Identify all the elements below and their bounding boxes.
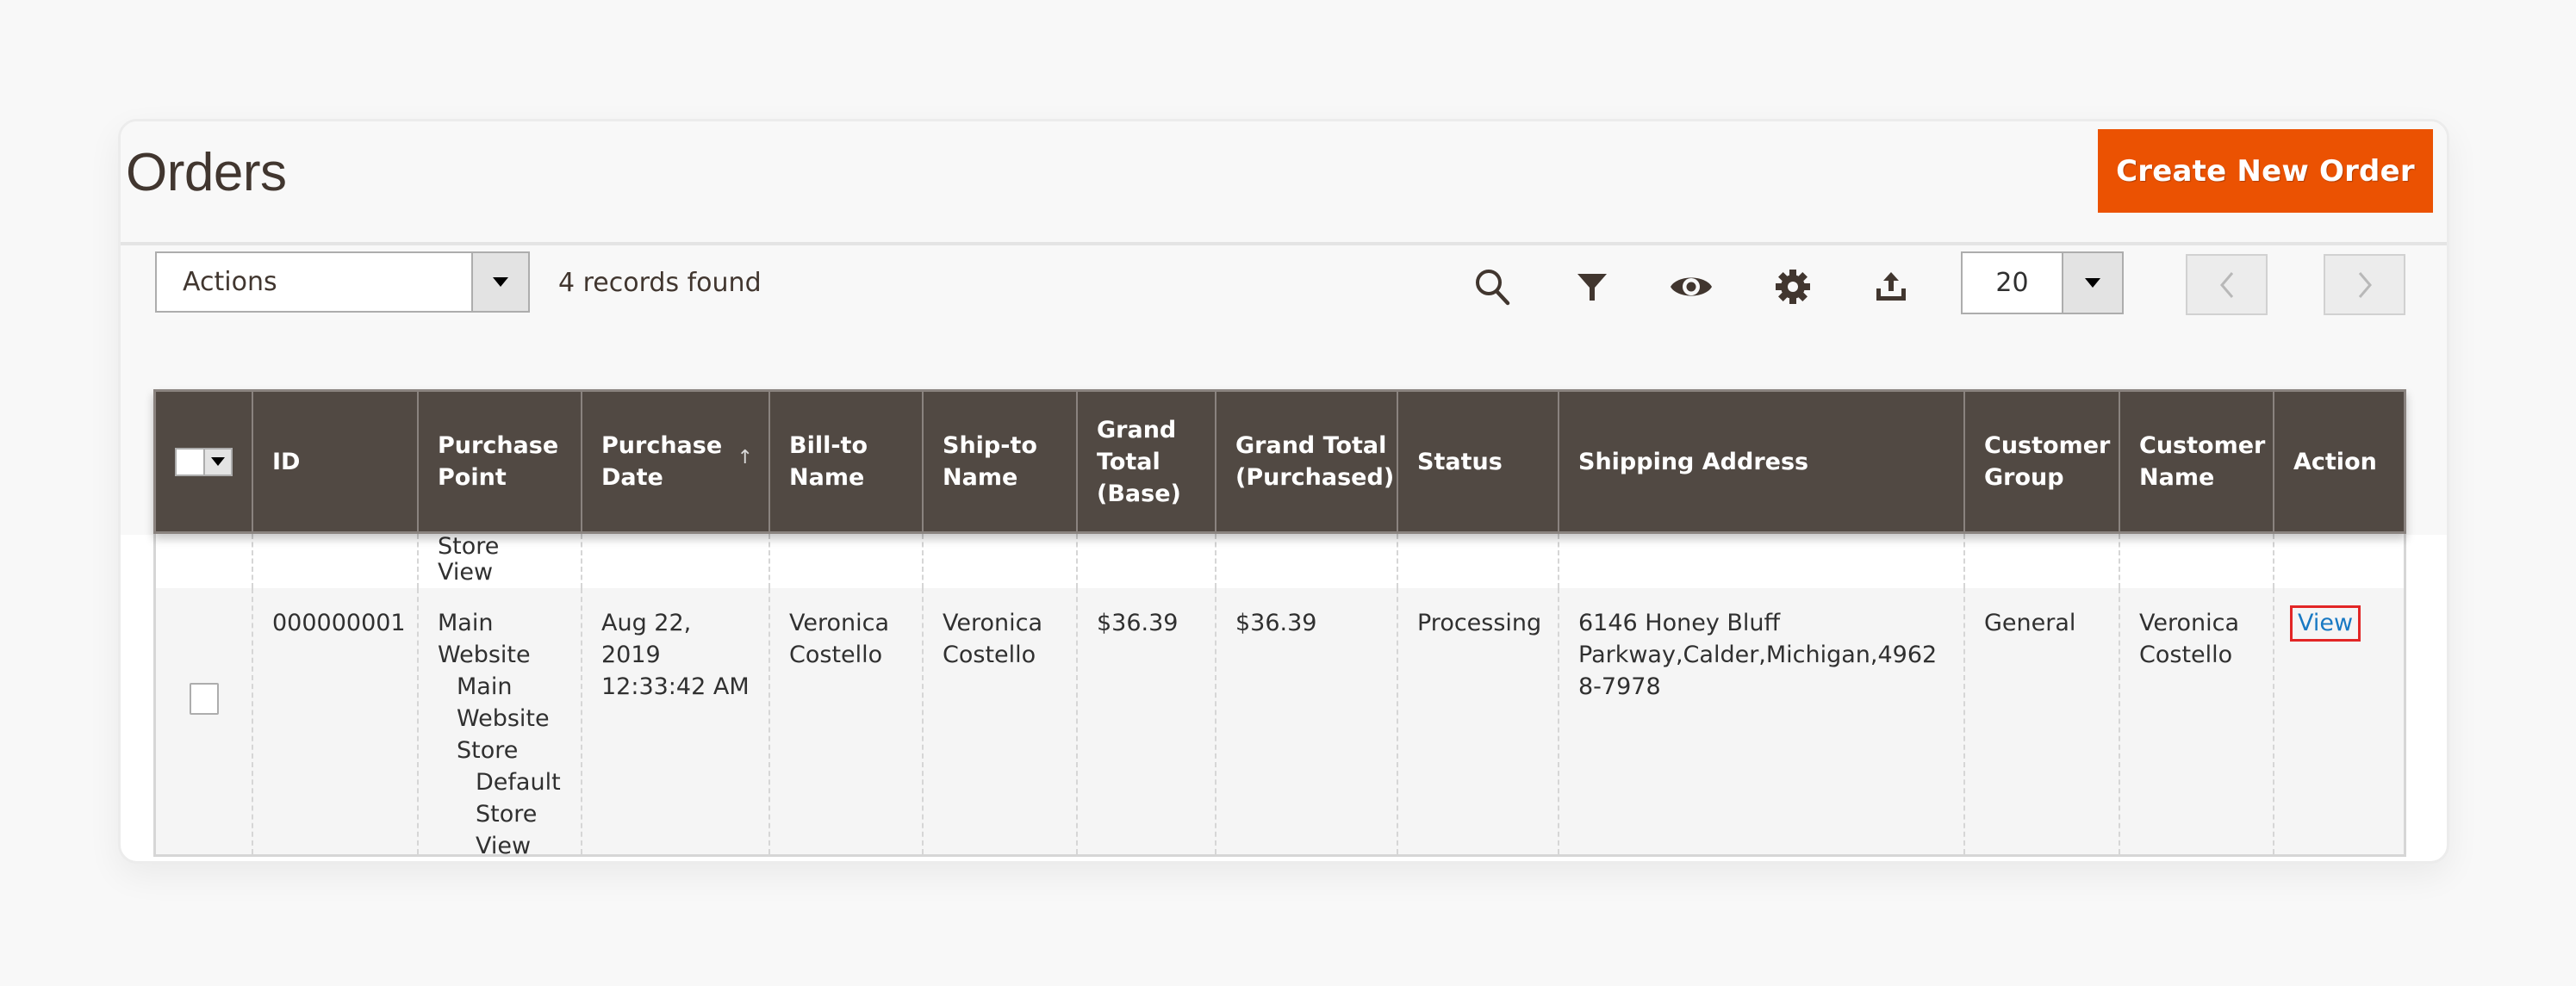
- orders-panel: Orders Create New Order Actions 4 record…: [118, 119, 2449, 864]
- cell-empty: [770, 534, 924, 588]
- cell-empty: [1216, 534, 1398, 588]
- column-header-id[interactable]: ID: [253, 392, 419, 531]
- column-header-status[interactable]: Status: [1398, 392, 1559, 531]
- filters-button[interactable]: [1566, 261, 1618, 313]
- cell-grand-total-base: $36.39: [1078, 588, 1216, 854]
- sort-ascending-icon: ↑: [737, 447, 753, 468]
- cell-purchase-point: Main Website Main Website Store Default …: [419, 588, 582, 854]
- orders-grid: ID Purchase Point Purchase Date ↑ Bill-t…: [153, 389, 2406, 857]
- cell-customer-group: General: [1965, 588, 2120, 854]
- column-header-bill-to-name[interactable]: Bill-to Name: [770, 392, 924, 531]
- cell-empty: [2274, 534, 2404, 588]
- cell-empty: [156, 534, 253, 588]
- mass-actions-dropdown-toggle[interactable]: [471, 253, 528, 311]
- export-button[interactable]: [1865, 261, 1917, 313]
- purchase-point-store: Main Website Store: [457, 673, 550, 764]
- cell-empty: [1559, 534, 1965, 588]
- cell-bill-to-name: Veronica Costello: [770, 588, 924, 854]
- filter-icon: [1577, 274, 1607, 301]
- purchase-point-store-view: Default Store View: [476, 769, 561, 854]
- cell-select: [156, 588, 253, 854]
- cell-customer-name: Veronica Costello: [2120, 588, 2274, 854]
- records-found-count: 4 records found: [558, 268, 762, 298]
- column-header-customer-name[interactable]: Customer Name: [2120, 392, 2274, 531]
- view-order-link[interactable]: View: [2290, 605, 2361, 642]
- mass-select-dropdown[interactable]: [205, 449, 231, 474]
- grid-body: Store View 000000001 Main Website Main W…: [153, 534, 2406, 857]
- cell-action: View: [2274, 588, 2404, 854]
- column-header-purchase-point[interactable]: Purchase Point: [419, 392, 582, 531]
- cell-empty: [1398, 534, 1559, 588]
- cell-empty: [924, 534, 1078, 588]
- previous-page-button[interactable]: [2186, 254, 2268, 315]
- view-settings-button[interactable]: [1767, 261, 1819, 313]
- cell-status: Processing: [1398, 588, 1559, 854]
- column-header-customer-group[interactable]: Customer Group: [1965, 392, 2120, 531]
- mass-select-checkbox[interactable]: [175, 447, 233, 476]
- mass-actions-select[interactable]: Actions: [155, 251, 530, 313]
- gear-icon: [1776, 270, 1810, 304]
- purchase-point-website: Main Website: [438, 610, 531, 668]
- chevron-down-icon: [493, 277, 508, 287]
- cell-empty: [1965, 534, 2120, 588]
- mass-actions-label: Actions: [183, 267, 277, 297]
- row-checkbox[interactable]: [190, 683, 219, 715]
- grid-header-row: ID Purchase Point Purchase Date ↑ Bill-t…: [153, 389, 2406, 534]
- table-row[interactable]: 000000001 Main Website Main Website Stor…: [156, 588, 2404, 854]
- table-row-partial: Store View: [156, 534, 2404, 588]
- column-header-action: Action: [2293, 448, 2377, 475]
- page-title: Orders: [126, 143, 287, 202]
- column-header-purchase-date-label: Purchase Date: [601, 432, 723, 491]
- column-header-shipping-address[interactable]: Shipping Address: [1559, 392, 1965, 531]
- header-mass-select: [156, 392, 253, 531]
- columns-button[interactable]: [1665, 261, 1717, 313]
- column-header-grand-total-base[interactable]: Grand Total (Base): [1078, 392, 1216, 531]
- search-icon: [1476, 270, 1510, 306]
- column-header-grand-total-purchased[interactable]: Grand Total (Purchased): [1216, 392, 1398, 531]
- create-new-order-button[interactable]: Create New Order: [2098, 129, 2433, 213]
- next-page-button[interactable]: [2324, 254, 2405, 315]
- chevron-right-icon: [2358, 271, 2372, 298]
- cell-shipping-address: 6146 Honey Bluff Parkway,Calder,Michigan…: [1559, 588, 1965, 854]
- cell-empty: [1078, 534, 1216, 588]
- per-page-value: 20: [1995, 268, 2029, 298]
- cell-id: 000000001: [253, 588, 419, 854]
- cell-purchase-date: Aug 22, 2019 12:33:42 AM: [582, 588, 770, 854]
- chevron-left-icon: [2219, 271, 2233, 298]
- title-divider: [121, 242, 2447, 245]
- eye-icon: [1671, 277, 1712, 296]
- column-header-ship-to-name[interactable]: Ship-to Name: [924, 392, 1078, 531]
- cell-empty: [2120, 534, 2274, 588]
- per-page-select[interactable]: 20: [1961, 251, 2124, 314]
- search-button[interactable]: [1467, 261, 1519, 313]
- chevron-down-icon: [2085, 278, 2100, 288]
- column-header-purchase-date[interactable]: Purchase Date ↑: [582, 392, 770, 531]
- cell-grand-total-purchased: $36.39: [1216, 588, 1398, 854]
- per-page-dropdown-toggle[interactable]: [2062, 253, 2122, 313]
- cell-empty: [253, 534, 419, 588]
- export-icon: [1876, 272, 1906, 301]
- select-all-checkbox[interactable]: [177, 449, 205, 474]
- chevron-down-icon: [211, 457, 225, 466]
- cell-purchase-point-tail: Store View: [419, 534, 582, 588]
- cell-empty: [582, 534, 770, 588]
- cell-ship-to-name: Veronica Costello: [924, 588, 1078, 854]
